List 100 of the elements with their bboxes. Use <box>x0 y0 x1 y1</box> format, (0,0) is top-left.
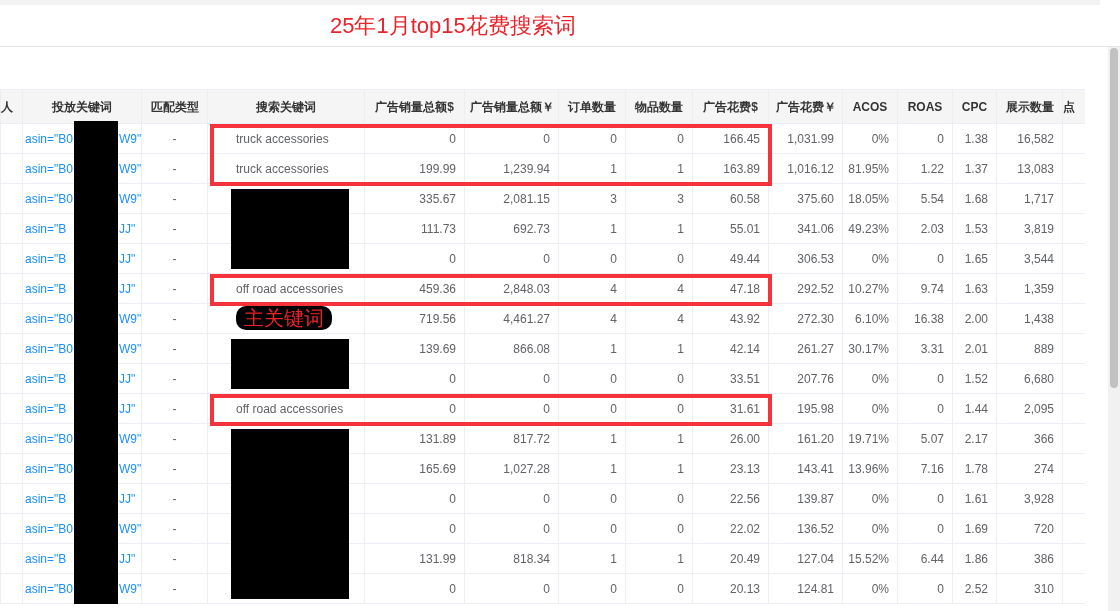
targeting-suffix: W9" <box>119 580 142 598</box>
page-title: 25年1月top15花费搜索词 <box>330 15 576 37</box>
table-cell: 0 <box>625 483 693 514</box>
table-cell: 49.44 <box>692 243 769 274</box>
targeting-suffix: JJ" <box>119 550 136 568</box>
table-cell: 0 <box>897 393 953 424</box>
table-cell: 3 <box>558 183 626 214</box>
table-cell: 0 <box>558 573 626 604</box>
table-cell: 13,083 <box>996 153 1063 184</box>
table-cell: 0% <box>842 363 898 394</box>
table-cell: - <box>141 303 208 334</box>
table-cell: 1.78 <box>952 453 997 484</box>
table-cell: - <box>141 573 208 604</box>
column-header: 点 <box>1062 89 1085 124</box>
table-cell: 7.16 <box>897 453 953 484</box>
table-cell: - <box>141 213 208 244</box>
table-cell: 0 <box>364 513 465 544</box>
table-cell: 0 <box>625 243 693 274</box>
targeting-suffix: JJ" <box>119 370 136 388</box>
table-cell: 20.49 <box>692 543 769 574</box>
targeting-prefix: asin="B0 <box>25 310 74 328</box>
table-cell: 20.13 <box>692 573 769 604</box>
table-cell: 22.02 <box>692 513 769 544</box>
targeting-prefix: asin="B <box>25 400 68 418</box>
table-cell: 1.38 <box>952 123 997 154</box>
table-cell: 366 <box>996 423 1063 454</box>
targeting-suffix: W9" <box>119 190 142 208</box>
table-cell: 1.68 <box>952 183 997 214</box>
table-cell: 0 <box>364 573 465 604</box>
targeting-prefix: asin="B <box>25 250 68 268</box>
table-cell: 2,095 <box>996 393 1063 424</box>
table-cell: 1 <box>625 543 693 574</box>
column-header: 展示数量 <box>996 89 1063 124</box>
table-cell: 18.05% <box>842 183 898 214</box>
table-cell: 1 <box>625 453 693 484</box>
table-cell: 1,717 <box>996 183 1063 214</box>
table-cell: 3,819 <box>996 213 1063 244</box>
table-cell: 1.37 <box>952 153 997 184</box>
table-cell: - <box>141 483 208 514</box>
table-cell: 143.41 <box>768 453 843 484</box>
targeting-suffix: JJ" <box>119 220 136 238</box>
table-cell: 889 <box>996 333 1063 364</box>
table-cell: 49.23% <box>842 213 898 244</box>
targeting-prefix: asin="B0 <box>25 580 74 598</box>
column-header: 广告花费$ <box>692 89 769 124</box>
targeting-prefix: asin="B0 <box>25 460 74 478</box>
table-cell: - <box>141 453 208 484</box>
table-cell: - <box>141 183 208 214</box>
table-cell: 1.52 <box>952 363 997 394</box>
table-cell: 23.13 <box>692 453 769 484</box>
targeting-suffix: JJ" <box>119 400 136 418</box>
table-cell: 6.44 <box>897 543 953 574</box>
table-cell: 161.20 <box>768 423 843 454</box>
table-cell: 4,461.27 <box>464 303 559 334</box>
column-header: 广告销量总额$ <box>364 89 465 124</box>
scrollbar-thumb[interactable] <box>1110 48 1118 388</box>
column-header: 匹配类型 <box>141 89 208 124</box>
table-cell: 165.69 <box>364 453 465 484</box>
table-cell: 1 <box>558 453 626 484</box>
table-cell: - <box>141 333 208 364</box>
column-header: 搜索关键词 <box>207 89 365 124</box>
table-cell: 0 <box>625 573 693 604</box>
table-cell: 0 <box>364 483 465 514</box>
table-cell: 0 <box>364 243 465 274</box>
table-cell: 1 <box>625 333 693 364</box>
table-cell: 3 <box>625 183 693 214</box>
table-cell: 0 <box>625 363 693 394</box>
table-cell: 1.86 <box>952 543 997 574</box>
table-cell: 0 <box>558 363 626 394</box>
targeting-prefix: asin="B0 <box>25 160 74 178</box>
table-cell: 1 <box>558 333 626 364</box>
table-cell: 131.99 <box>364 543 465 574</box>
table-cell: 719.56 <box>364 303 465 334</box>
column-header: 广告销量总额￥ <box>464 89 559 124</box>
table-cell: 866.08 <box>464 333 559 364</box>
table-cell: 274 <box>996 453 1063 484</box>
table-cell: - <box>141 273 208 304</box>
table-cell: 0 <box>464 573 559 604</box>
table-cell: 1,359 <box>996 273 1063 304</box>
table-cell: 6,680 <box>996 363 1063 394</box>
table-cell: 375.60 <box>768 183 843 214</box>
table-cell: 0% <box>842 483 898 514</box>
table-cell: 0 <box>364 363 465 394</box>
targeting-prefix: asin="B <box>25 550 68 568</box>
table-cell: 139.87 <box>768 483 843 514</box>
table-cell: - <box>141 153 208 184</box>
targeting-prefix: asin="B0 <box>25 430 74 448</box>
table-cell: - <box>141 243 208 274</box>
table-cell: - <box>141 513 208 544</box>
table-cell: 3,928 <box>996 483 1063 514</box>
targeting-prefix: asin="B0 <box>25 190 74 208</box>
table-cell: 0% <box>842 393 898 424</box>
targeting-prefix: asin="B0 <box>25 130 74 148</box>
table-cell: 1.61 <box>952 483 997 514</box>
search-keyword: truck accessories <box>207 153 365 184</box>
table-cell: 0 <box>464 483 559 514</box>
table-cell: 720 <box>996 513 1063 544</box>
targeting-prefix: asin="B <box>25 220 68 238</box>
table-cell: 0 <box>897 243 953 274</box>
table-cell: 33.51 <box>692 363 769 394</box>
